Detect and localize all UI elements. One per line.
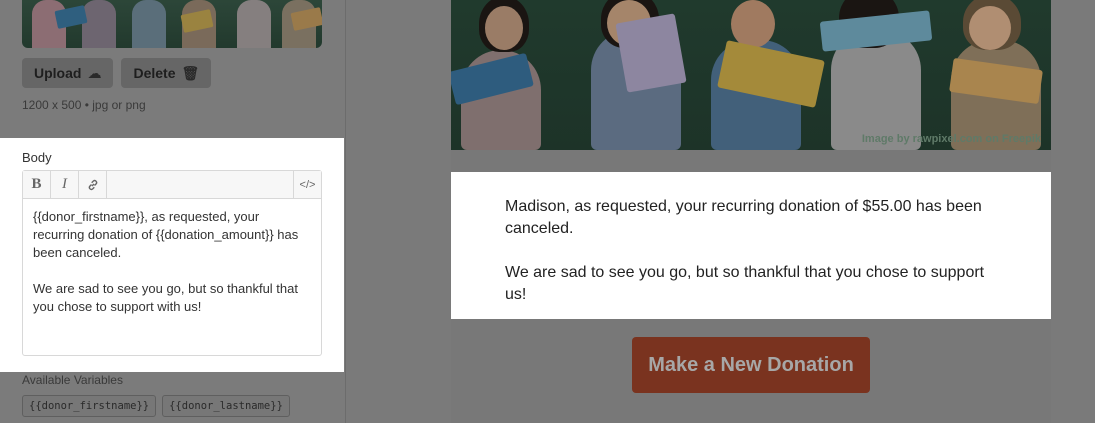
- variable-chip-donor-firstname[interactable]: {{donor_firstname}}: [22, 395, 157, 417]
- new-donation-button[interactable]: Make a New Donation: [632, 337, 870, 393]
- source-code-button[interactable]: </>: [293, 171, 321, 198]
- link-button[interactable]: [79, 171, 107, 198]
- body-field-panel: Body B I </> {{donor_firstname}}, as req…: [0, 138, 344, 372]
- email-header-image: Image by rawpixel.com on Freepik: [451, 0, 1051, 150]
- email-body: Madison, as requested, your recurring do…: [451, 172, 1051, 319]
- bold-button[interactable]: B: [23, 171, 51, 198]
- upload-button[interactable]: Upload ☁: [22, 58, 114, 88]
- cloud-upload-icon: ☁: [87, 64, 102, 81]
- rich-text-editor: B I </> {{donor_firstname}}, as requeste…: [22, 170, 322, 356]
- trash-icon: 🗑: [181, 64, 200, 81]
- variable-chips: {{donor_firstname}} {{donor_lastname}}: [22, 395, 290, 417]
- editor-toolbar: B I </>: [23, 171, 321, 199]
- editor-paragraph-2: We are sad to see you go, but so thankfu…: [33, 281, 298, 314]
- italic-button[interactable]: I: [51, 171, 79, 198]
- image-size-hint: 1200 x 500 • jpg or png: [22, 98, 146, 112]
- editor-content[interactable]: {{donor_firstname}}, as requested, your …: [23, 199, 321, 343]
- upload-button-label: Upload: [34, 65, 82, 81]
- editor-paragraph-1: {{donor_firstname}}, as requested, your …: [33, 209, 299, 260]
- delete-button-label: Delete: [133, 65, 176, 81]
- available-variables-label: Available Variables: [22, 373, 123, 387]
- delete-button[interactable]: Delete 🗑: [121, 58, 212, 88]
- email-preview: Image by rawpixel.com on Freepik Madison…: [451, 0, 1051, 423]
- link-icon: [88, 179, 97, 190]
- settings-panel: Upload ☁ Delete 🗑 1200 x 500 • jpg or pn…: [0, 0, 346, 423]
- header-image-thumbnail: [22, 0, 322, 48]
- image-credit: Image by rawpixel.com on Freepik: [861, 133, 1041, 145]
- email-paragraph-2: We are sad to see you go, but so thankfu…: [505, 264, 985, 303]
- body-label: Body: [22, 150, 52, 165]
- variable-chip-donor-lastname[interactable]: {{donor_lastname}}: [162, 395, 290, 417]
- email-paragraph-1: Madison, as requested, your recurring do…: [505, 198, 982, 237]
